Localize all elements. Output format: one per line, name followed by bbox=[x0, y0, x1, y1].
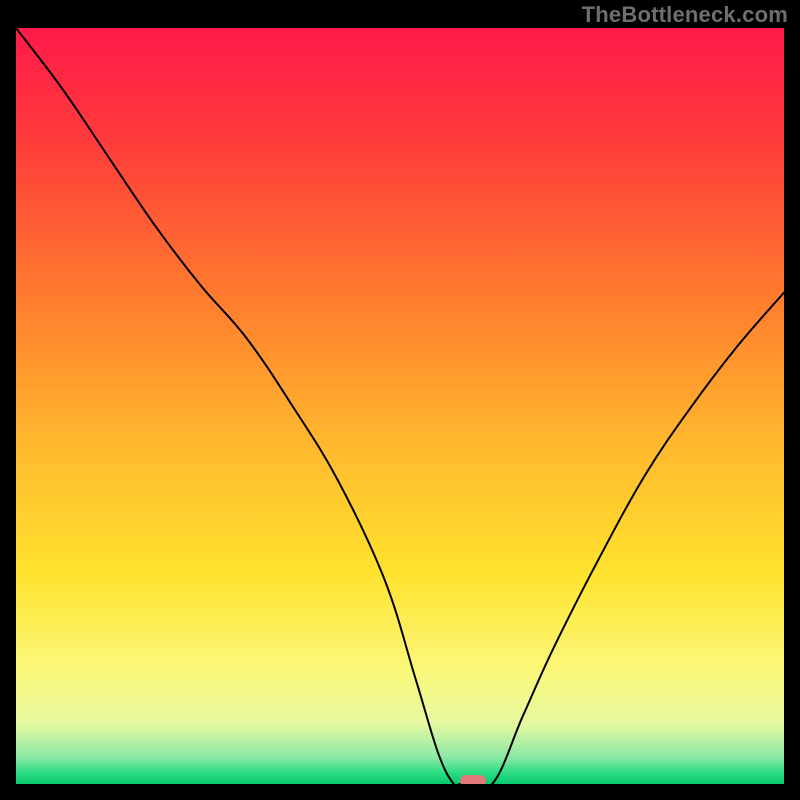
watermark-text: TheBottleneck.com bbox=[582, 2, 788, 28]
gradient-background bbox=[16, 28, 784, 784]
plot-area bbox=[16, 28, 784, 784]
chart-frame: TheBottleneck.com bbox=[0, 0, 800, 800]
optimal-marker bbox=[460, 775, 486, 784]
chart-svg bbox=[16, 28, 784, 784]
